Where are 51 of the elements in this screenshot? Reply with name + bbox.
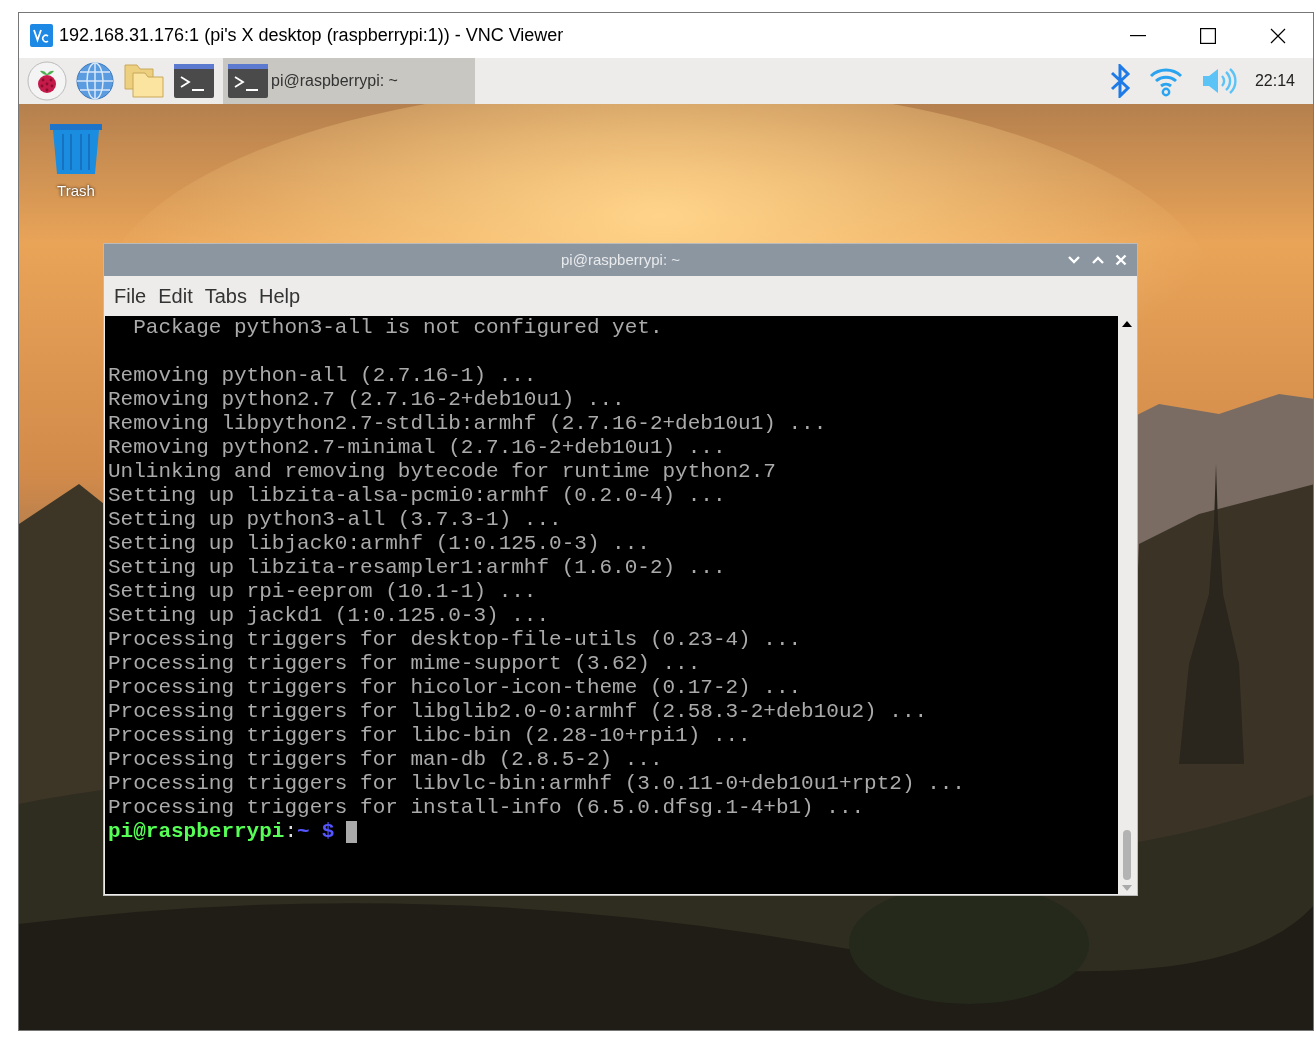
terminal-icon (227, 63, 269, 99)
terminal-line: Processing triggers for install-info (6.5.0.dfsg.1-4+b1) ... (108, 796, 865, 820)
scroll-down-icon[interactable] (1122, 884, 1132, 892)
prompt-separator: : (284, 820, 298, 844)
trash-icon[interactable] (49, 122, 103, 176)
chevron-up-icon[interactable] (1091, 255, 1105, 265)
menu-item[interactable]: Edit (152, 281, 199, 311)
clock[interactable]: 22:14 (1254, 69, 1295, 93)
terminal-title: pi@raspberrypi: ~ (561, 249, 680, 270)
terminal-line: Processing triggers for libc-bin (2.28-10+rpi1) ... (108, 724, 751, 748)
menu-item[interactable]: Help (252, 281, 307, 311)
bluetooth-icon[interactable] (1108, 64, 1131, 98)
terminal-line: Unlinking and removing bytecode for runtime python2.7 (108, 460, 776, 484)
close-icon[interactable] (1115, 254, 1127, 266)
prompt-path: ~ (297, 820, 310, 844)
terminal-line: Processing triggers for hicolor-icon-theme (0.17-2) ... (108, 676, 802, 700)
terminal-line: Setting up libzita-alsa-pcmi0:armhf (0.2.0-4) ... (108, 484, 726, 508)
terminal-line: Package python3-all is not configured yet. (132, 316, 663, 340)
taskbar-button[interactable]: pi@raspberrypi: ~ (223, 58, 475, 104)
close-icon (1270, 27, 1286, 44)
terminal-line: Processing triggers for desktop-file-utils (0.23-4) ... (108, 628, 802, 652)
cursor (346, 821, 358, 843)
raspberry-icon[interactable] (27, 61, 67, 101)
prompt-symbol: $ (321, 820, 335, 844)
terminal-line: Setting up libzita-resampler1:armhf (1.6.0-2) ... (108, 556, 726, 580)
window-title: 192.168.31.176:1 (pi's X desktop (raspberrypi:1)) - VNC Viewer (59, 24, 564, 47)
terminal-icon[interactable] (173, 63, 215, 99)
terminal-line: Processing triggers for man-db (2.8.5-2) ... (108, 748, 663, 772)
maximize-icon (1200, 27, 1216, 44)
chevron-down-icon[interactable] (1067, 255, 1081, 265)
terminal-line: Processing triggers for libvlc-bin:armhf (3.0.11-0+deb10u1+rpt2) ... (108, 772, 965, 796)
terminal-line: Removing python-all (2.7.16-1) ... (108, 364, 537, 388)
menu-item[interactable]: File (108, 281, 153, 311)
folder-icon[interactable] (123, 63, 165, 99)
app-logo-icon (30, 24, 53, 47)
terminal-line: Setting up rpi-eeprom (10.1-1) ... (108, 580, 537, 604)
prompt-user-host: pi@raspberrypi (108, 820, 285, 844)
terminal-line: Processing triggers for mime-support (3.62) ... (108, 652, 701, 676)
terminal-line: Processing triggers for libglib2.0-0:armhf (2.58.3-2+deb10u2) ... (108, 700, 928, 724)
terminal-line: Setting up python3-all (3.7.3-1) ... (108, 508, 562, 532)
menu-item[interactable]: Tabs (198, 281, 253, 311)
minimize-icon (1130, 34, 1146, 37)
terminal-line: Setting up jackd1 (1:0.125.0-3) ... (108, 604, 550, 628)
globe-icon[interactable] (75, 61, 115, 101)
scroll-thumb[interactable] (1123, 830, 1131, 880)
terminal-line: Removing libpython2.7-stdlib:armhf (2.7.16-2+deb10u1) ... (108, 412, 827, 436)
terminal-line: Setting up libjack0:armhf (1:0.125.0-3) ... (108, 532, 650, 556)
terminal-line: Removing python2.7 (2.7.16-2+deb10u1) ... (108, 388, 625, 412)
scroll-up-icon[interactable] (1122, 320, 1132, 328)
volume-icon[interactable] (1200, 67, 1237, 95)
terminal-line: Removing python2.7-minimal (2.7.16-2+deb10u1) ... (108, 436, 726, 460)
